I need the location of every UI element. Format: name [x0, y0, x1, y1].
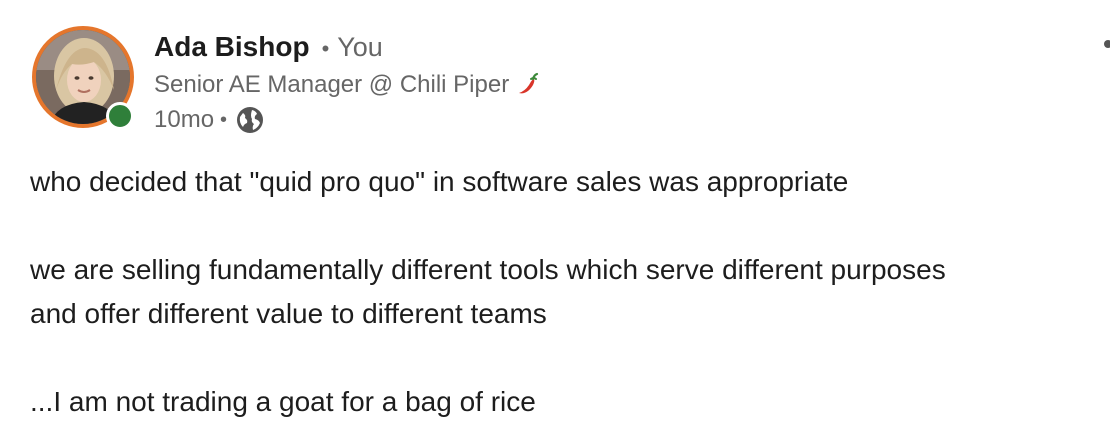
author-relation: You	[337, 32, 383, 62]
post-paragraph-1-line-1: who decided that "quid pro quo" in softw…	[30, 166, 849, 197]
post-body: who decided that "quid pro quo" in softw…	[30, 160, 1110, 424]
globe-icon[interactable]	[235, 105, 265, 135]
chili-pepper-icon	[513, 71, 541, 99]
meta-separator: •	[220, 109, 228, 131]
author-avatar-container[interactable]	[32, 26, 134, 130]
online-status-dot	[106, 102, 134, 130]
post-paragraph-3-line-1: ...I am not trading a goat for a bag of …	[30, 386, 536, 417]
author-name[interactable]: Ada Bishop	[154, 28, 310, 66]
post-paragraph-2-line-2: and offer different value to different t…	[30, 298, 547, 329]
name-separator: •	[321, 36, 330, 61]
post-card: Ada Bishop • You Senior AE Manager @ Chi…	[0, 0, 1110, 436]
post-meta: 10mo •	[154, 102, 541, 138]
post-header: Ada Bishop • You Senior AE Manager @ Chi…	[154, 28, 541, 138]
more-options-icon[interactable]	[1104, 40, 1110, 48]
author-name-line: Ada Bishop • You	[154, 28, 541, 66]
author-headline-line: Senior AE Manager @ Chili Piper	[154, 68, 541, 102]
author-headline: Senior AE Manager @ Chili Piper	[154, 71, 510, 98]
post-paragraph-2-line-1: we are selling fundamentally different t…	[30, 254, 946, 285]
post-time[interactable]: 10mo	[154, 102, 214, 138]
